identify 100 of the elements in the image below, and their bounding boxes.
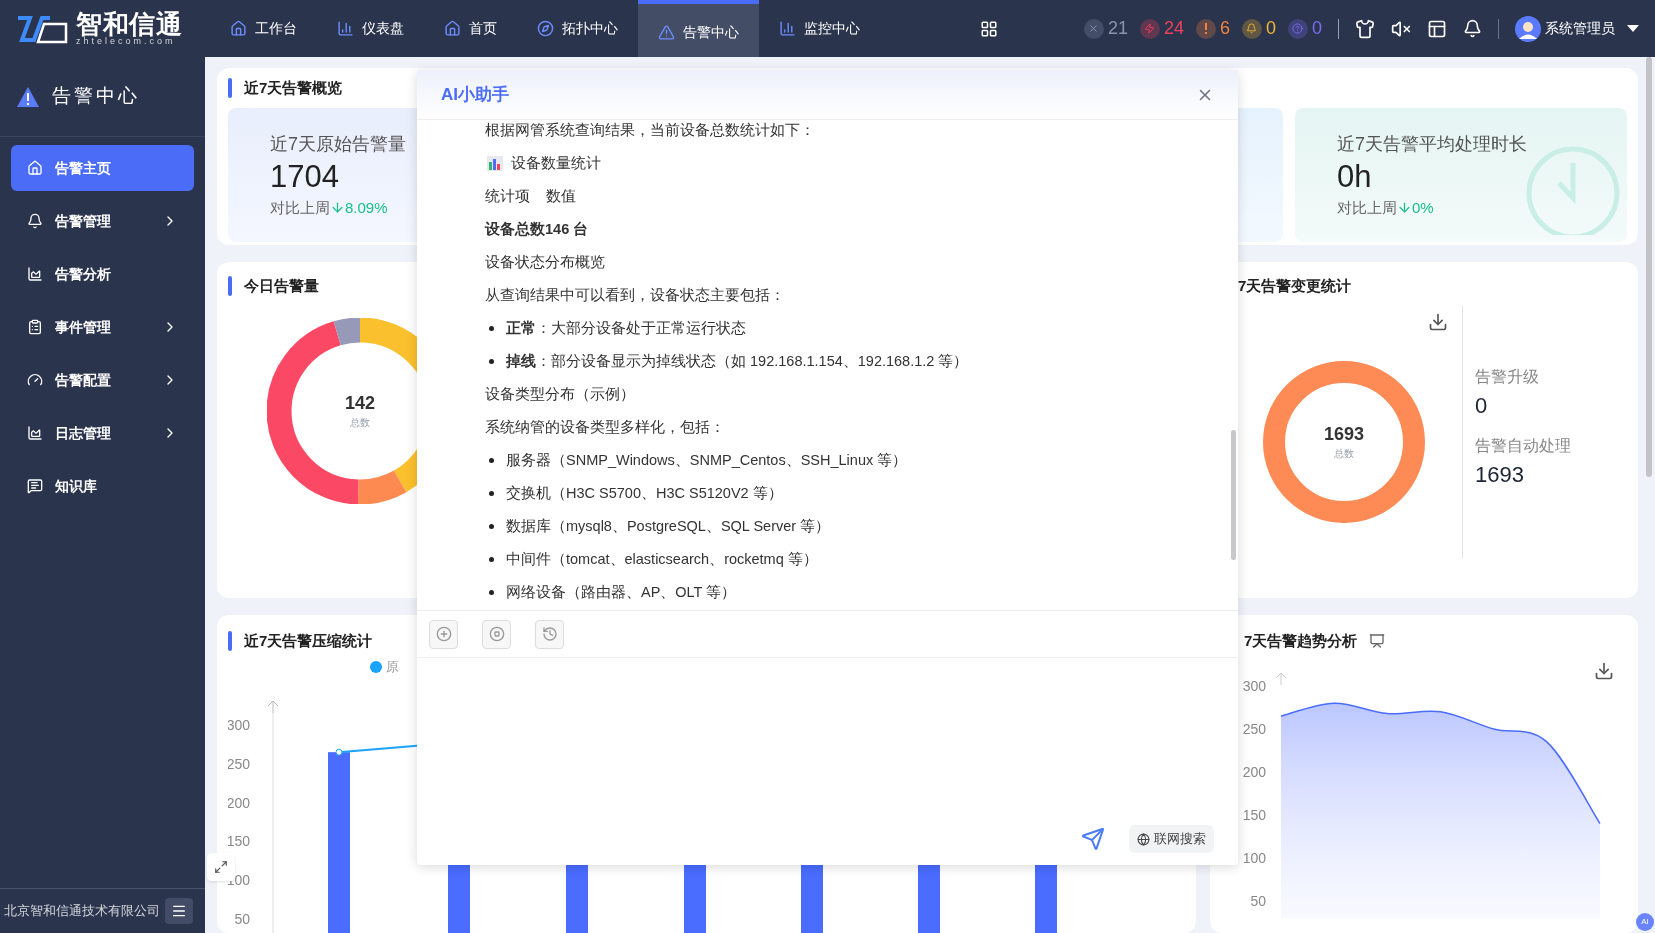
- sidebar-item[interactable]: 告警配置: [11, 357, 194, 403]
- y-tick-label: 200: [228, 794, 250, 811]
- message-text: 设备状态分布概览: [485, 252, 605, 272]
- nav-icon: [444, 20, 461, 37]
- message-heading: 设备数量统计: [511, 153, 601, 173]
- alarm-level-icon[interactable]: [1083, 18, 1104, 39]
- legend-label: 原: [386, 658, 399, 677]
- layout-icon[interactable]: [1427, 18, 1447, 39]
- sidebar-item[interactable]: 日志管理: [11, 410, 194, 456]
- y-tick-label: 150: [228, 833, 250, 850]
- card-title: 今日告警量: [244, 275, 319, 296]
- stat-label: 近7天告警平均处理时长: [1337, 132, 1528, 156]
- y-tick-label: 250: [1242, 721, 1266, 737]
- card-title: 近7天告警压缩统计: [244, 630, 373, 651]
- nav-tab[interactable]: 仪表盘: [317, 0, 424, 57]
- nav-tab[interactable]: 监控中心: [759, 0, 880, 57]
- bullet-icon: [489, 326, 494, 331]
- sidebar-item[interactable]: 知识库: [11, 463, 194, 509]
- card-title: 近7天告警概览: [244, 77, 343, 98]
- sidebar-item[interactable]: 事件管理: [11, 304, 194, 350]
- list-item: 掉线：部分设备显示为掉线状态（如 192.168.1.154、192.168.1.2 等）: [506, 351, 969, 371]
- dialog-title: AI小助手: [441, 83, 509, 106]
- bar-chart-icon: [487, 156, 503, 171]
- donut-total-label: 总数: [1334, 446, 1354, 461]
- sidebar-item[interactable]: 告警分析: [11, 251, 194, 297]
- metric-value: 1693: [1475, 461, 1525, 489]
- send-icon[interactable]: [1081, 827, 1105, 851]
- message-text: 设备类型分布（示例）: [485, 384, 635, 404]
- sidebar-item[interactable]: 告警主页: [11, 145, 194, 191]
- globe-icon: [1137, 832, 1150, 846]
- card-title: 7天告警趋势分析: [1244, 630, 1358, 651]
- nav-icon: [230, 20, 247, 37]
- alarm-count: 6: [1219, 17, 1230, 40]
- theme-icon[interactable]: [1355, 18, 1375, 39]
- compare-label: 对比上周: [270, 197, 330, 218]
- change-value: 0%: [1412, 197, 1434, 218]
- bullet-icon: [489, 557, 494, 562]
- message-text: 设备总数146 台: [485, 219, 589, 239]
- compare-label: 对比上周: [1337, 197, 1397, 218]
- alarm-count: 21: [1107, 17, 1128, 40]
- stop-button[interactable]: [482, 619, 511, 649]
- web-search-button[interactable]: 联网搜索: [1129, 825, 1214, 853]
- nav-tab[interactable]: 告警中心: [638, 0, 759, 57]
- table-cell-text: 数值: [546, 186, 576, 206]
- user-name[interactable]: 系统管理员: [1545, 18, 1615, 39]
- down-arrow-icon: [330, 200, 345, 216]
- nav-icon: [658, 24, 675, 41]
- bullet-icon: [489, 491, 494, 496]
- stat-value: 0h: [1337, 157, 1373, 196]
- company-name: 北京智和信通技术有限公司: [4, 902, 160, 921]
- list-item: 数据库（mysql8、PostgreSQL、SQL Server 等）: [506, 516, 831, 536]
- bullet-icon: [489, 359, 494, 364]
- sidebar-title: 告警中心: [52, 84, 140, 109]
- new-chat-button[interactable]: [429, 619, 458, 649]
- history-button[interactable]: [535, 619, 564, 649]
- donut-total: 142: [344, 392, 375, 415]
- table-cell-text: 统计项: [485, 186, 530, 206]
- collapse-menu-button[interactable]: [165, 898, 193, 924]
- message-input[interactable]: 联网搜索: [417, 658, 1238, 865]
- notification-icon[interactable]: [1463, 19, 1482, 38]
- alarm-level-icon[interactable]: [1241, 18, 1262, 39]
- stop-icon: [488, 626, 505, 642]
- nav-tab[interactable]: 拓扑中心: [517, 0, 638, 57]
- brand-domain: zhtelecom.com: [76, 37, 177, 46]
- caret-icon[interactable]: [1627, 24, 1639, 33]
- message-text: 系统纳管的设备类型多样化，包括：: [485, 417, 725, 437]
- nav-tab[interactable]: 工作台: [210, 0, 317, 57]
- bullet-icon: [489, 524, 494, 529]
- y-tick-label: 150: [1242, 807, 1266, 823]
- card-title: 7天告警变更统计: [1238, 275, 1352, 296]
- alarm-count: 24: [1163, 17, 1184, 40]
- brand-name: 智和信通: [76, 11, 183, 37]
- avatar-icon[interactable]: [1515, 15, 1541, 42]
- down-arrow-icon: [1397, 200, 1412, 216]
- download-icon[interactable]: [1428, 312, 1448, 332]
- y-axis-arrow-icon: [1275, 672, 1287, 686]
- metric-label: 告警自动处理: [1475, 436, 1571, 456]
- fullscreen-icon: [214, 860, 228, 874]
- list-item: 网络设备（路由器、AP、OLT 等）: [506, 582, 737, 602]
- download-icon[interactable]: [1594, 661, 1614, 681]
- message-text: 根据网管系统查询结果，当前设备总数统计如下：: [485, 120, 815, 140]
- sidebar-item[interactable]: 告警管理: [11, 198, 194, 244]
- alarm-level-icon[interactable]: [1288, 18, 1308, 39]
- presentation-icon[interactable]: [1369, 633, 1386, 649]
- alarm-level-icon[interactable]: [1195, 18, 1216, 39]
- logo-icon: [16, 13, 68, 44]
- y-tick-label: 50: [234, 911, 250, 927]
- nav-tab[interactable]: 首页: [424, 0, 517, 57]
- metric-label: 告警升级: [1475, 367, 1540, 387]
- plus-icon: [435, 626, 452, 642]
- list-item: 服务器（SNMP_Windows、SNMP_Centos、SSH_Linux 等）: [506, 450, 908, 470]
- list-item: 交换机（H3C S5700、H3C S5120V2 等）: [506, 483, 783, 503]
- alarm-level-icon[interactable]: [1139, 18, 1160, 39]
- alarm-count: 0: [1265, 17, 1276, 40]
- stat-label: 近7天原始告警量: [270, 132, 407, 156]
- nav-icon: [337, 20, 354, 37]
- nav-icon: [537, 20, 554, 37]
- donut-total-label: 总数: [350, 415, 370, 430]
- mute-icon[interactable]: [1391, 18, 1411, 39]
- app-grid-icon[interactable]: [980, 19, 998, 38]
